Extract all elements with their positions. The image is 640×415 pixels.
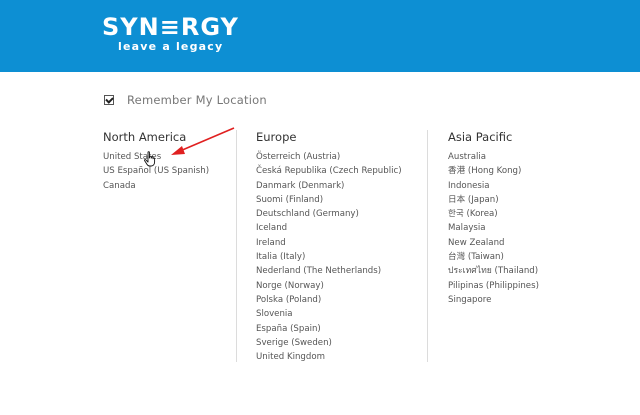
country-link[interactable]: Iceland [256,221,402,235]
country-link[interactable]: España (Spain) [256,322,402,336]
column-divider [427,130,428,362]
region-title: North America [103,130,187,144]
region-title: Asia Pacific [448,130,513,144]
logo-wordmark: SYN≡RGY [102,13,239,41]
country-list: United States US Español (US Spanish) Cana… [103,150,209,193]
country-link[interactable]: Italia (Italy) [256,250,402,264]
country-link[interactable]: 香港 (Hong Kong) [448,164,539,178]
region-title: Europe [256,130,297,144]
country-link[interactable]: Slovenia [256,307,402,321]
country-link[interactable]: Sverige (Sweden) [256,336,402,350]
country-link[interactable]: Malaysia [448,221,539,235]
region-asia-pacific: Asia Pacific Australia 香港 (Hong Kong) Indo… [448,130,539,307]
synergy-logo[interactable]: SYN≡RGY leave a legacy [102,14,239,53]
country-link[interactable]: United Kingdom [256,350,402,364]
country-link[interactable]: Deutschland (Germany) [256,207,402,221]
country-link[interactable]: 台灣 (Taiwan) [448,250,539,264]
country-link[interactable]: Australia [448,150,539,164]
country-link[interactable]: Canada [103,179,209,193]
country-link[interactable]: Suomi (Finland) [256,193,402,207]
country-link[interactable]: United States [103,150,209,164]
column-divider [236,130,237,362]
country-list: Australia 香港 (Hong Kong) Indonesia 日本 (Japa… [448,150,539,307]
region-north-america: North America United States US Español (U… [103,130,209,193]
site-header: SYN≡RGY leave a legacy [0,0,640,72]
country-link[interactable]: Polska (Poland) [256,293,402,307]
country-link[interactable]: 한국 (Korea) [448,207,539,221]
logo-tagline: leave a legacy [118,40,224,53]
remember-location-label: Remember My Location [127,93,267,107]
country-link[interactable]: ประเทศไทย (Thailand) [448,264,539,278]
country-link[interactable]: Nederland (The Netherlands) [256,264,402,278]
country-link[interactable]: 日本 (Japan) [448,193,539,207]
remember-location-checkbox[interactable] [104,95,114,105]
country-link[interactable]: Česká Republika (Czech Republic) [256,164,402,178]
country-list: Österreich (Austria) Česká Republika (Cze… [256,150,402,364]
country-link[interactable]: Norge (Norway) [256,279,402,293]
country-link[interactable]: US Español (US Spanish) [103,164,209,178]
country-link[interactable]: Ireland [256,236,402,250]
remember-location: Remember My Location [104,93,267,107]
country-link[interactable]: Indonesia [448,179,539,193]
country-link[interactable]: Österreich (Austria) [256,150,402,164]
country-link[interactable]: Singapore [448,293,539,307]
country-link[interactable]: Danmark (Denmark) [256,179,402,193]
country-link[interactable]: New Zealand [448,236,539,250]
country-link[interactable]: Pilipinas (Philippines) [448,279,539,293]
region-europe: Europe Österreich (Austria) Česká Republi… [256,130,402,364]
